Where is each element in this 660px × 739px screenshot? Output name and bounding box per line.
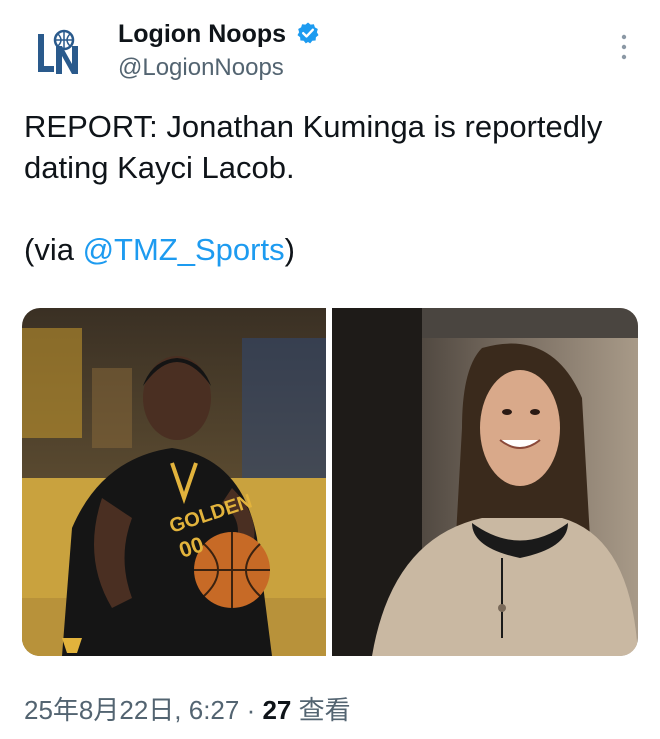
ln-logo-icon[interactable] (34, 28, 86, 80)
tweet-media-grid: GOLDEN 00 (22, 308, 638, 656)
tweet-timestamp[interactable]: 25年8月22日, 6:27 (24, 695, 239, 725)
basketball-player-photo[interactable]: GOLDEN 00 (22, 308, 326, 656)
author-display-name[interactable]: Logion Noops (118, 18, 286, 50)
author-handle[interactable]: @LogionNoops (118, 52, 320, 84)
via-prefix: (via (24, 232, 83, 267)
tweet-meta: 25年8月22日, 6:27 · 27 查看 (24, 694, 351, 726)
author-info[interactable]: Logion Noops @LogionNoops (118, 18, 320, 84)
verified-badge-icon (297, 22, 319, 44)
tweet-text-line-2: dating Kayci Lacob. (24, 150, 295, 185)
views-count: 27 (262, 695, 292, 725)
tweet-text-via: (via @TMZ_Sports) (24, 229, 644, 270)
tweet-card: Logion Noops @LogionNoops REPORT: Jonath… (0, 0, 660, 739)
views-label: 查看 (291, 695, 351, 725)
meta-separator: · (239, 695, 263, 725)
more-options-icon[interactable] (618, 32, 630, 62)
smiling-woman-photo[interactable] (332, 308, 638, 656)
tweet-header: Logion Noops @LogionNoops (24, 18, 636, 88)
mention-link[interactable]: @TMZ_Sports (83, 232, 285, 267)
tweet-body: REPORT: Jonathan Kuminga is reportedly d… (24, 106, 644, 270)
tweet-text-line-1: REPORT: Jonathan Kuminga is reportedly (24, 109, 603, 144)
via-suffix: ) (284, 232, 295, 267)
tweet-text-spacer (24, 188, 644, 229)
